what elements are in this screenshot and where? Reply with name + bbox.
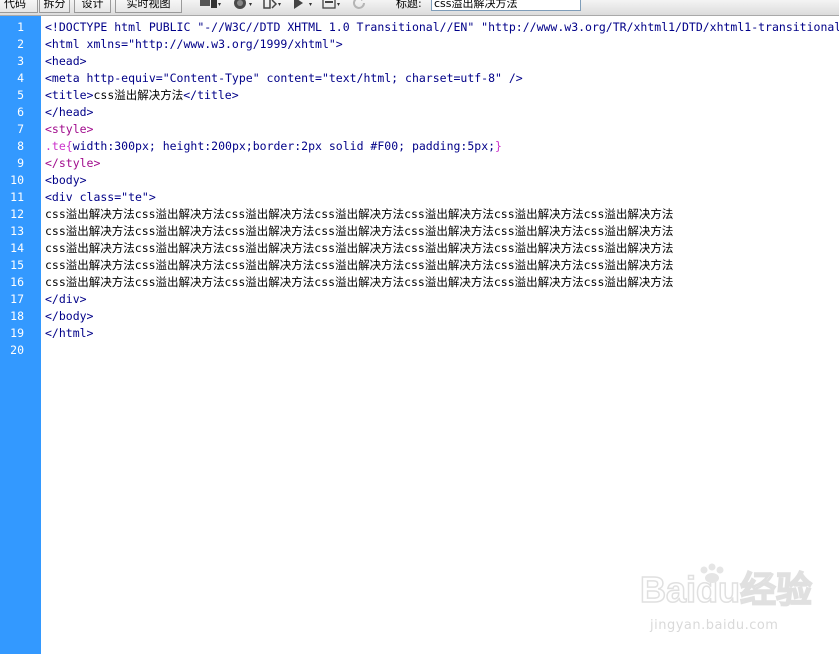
head-open-tag: <head> [45,54,87,68]
title-text: css溢出解决方法 [93,88,184,102]
html-open-tag: <html xmlns="http://www.w3.org/1999/xhtm… [45,37,343,51]
css-selector: .te{ [45,139,73,153]
line-number: 4 [17,71,24,85]
code-line-style-close: </style> [45,155,100,172]
line-number: 9 [17,156,24,170]
code-line-html-close: </html> [45,325,93,342]
div-open-tag: <div class="te"> [45,190,156,204]
line-number: 15 [10,258,24,272]
content-text: css溢出解决方法css溢出解决方法css溢出解决方法css溢出解决方法css溢… [45,258,674,272]
file-management-icon[interactable] [262,0,284,11]
code-line-body-open: <body> [45,172,87,189]
line-number: 18 [10,309,24,323]
visual-aids-icon[interactable] [322,0,344,11]
design-view-button[interactable]: 设计 [74,0,111,13]
style-open-tag: <style> [45,122,94,136]
code-line-meta: <meta http-equiv="Content-Type" content=… [45,70,523,87]
code-line-body-close: </body> [45,308,93,325]
line-number: 17 [10,292,24,306]
doctype-text: <!DOCTYPE html PUBLIC "-//W3C//DTD XHTML… [45,20,839,34]
code-line-head-close: </head> [45,104,93,121]
line-number: 6 [17,105,24,119]
line-number: 8 [17,139,24,153]
split-view-button[interactable]: 拆分 [39,0,70,13]
css-declarations: width:300px; height:200px;border:2px sol… [72,139,496,153]
code-line-content: css溢出解决方法css溢出解决方法css溢出解决方法css溢出解决方法css溢… [45,223,673,240]
head-close-tag: </head> [45,105,94,119]
line-number: 20 [10,343,24,357]
line-number: 13 [10,224,24,238]
multiscreen-icon[interactable] [199,0,223,11]
line-number: 1 [17,20,24,34]
line-number: 11 [10,190,24,204]
line-number: 12 [10,207,24,221]
live-view-button[interactable]: 实时视图 [115,0,182,13]
line-number: 2 [17,37,24,51]
code-line-doctype: <!DOCTYPE html PUBLIC "-//W3C//DTD XHTML… [45,19,839,36]
code-editor[interactable]: <!DOCTYPE html PUBLIC "-//W3C//DTD XHTML… [45,16,839,654]
meta-tag: <meta http-equiv="Content-Type" content=… [45,71,523,85]
html-close-tag: </html> [45,326,94,340]
watermark-url: jingyan.baidu.com [650,618,779,633]
code-line-html-open: <html xmlns="http://www.w3.org/1999/xhtm… [45,36,343,53]
code-line-title: <title>css溢出解决方法</title> [45,87,239,104]
code-line-div-open: <div class="te"> [45,189,156,206]
line-number: 19 [10,326,24,340]
style-close-tag: </style> [45,156,101,170]
document-title-input[interactable] [431,0,581,11]
line-number: 14 [10,241,24,255]
debug-icon[interactable] [292,0,316,11]
title-open-tag: <title> [45,88,94,102]
code-line-css-rule: .te{width:300px; height:200px;border:2px… [45,138,502,155]
line-number: 3 [17,54,24,68]
code-line-head-open: <head> [45,53,87,70]
code-line-div-close: </div> [45,291,87,308]
title-label: 标题: [396,0,422,10]
line-number-gutter: 1 2 3 4 5 6 7 8 9 10 11 12 13 14 15 16 1… [0,16,41,654]
code-line-content: css溢出解决方法css溢出解决方法css溢出解决方法css溢出解决方法css溢… [45,257,673,274]
content-text: css溢出解决方法css溢出解决方法css溢出解决方法css溢出解决方法css溢… [45,224,674,238]
line-number: 5 [17,88,24,102]
body-open-tag: <body> [45,173,87,187]
document-toolbar: 代码 拆分 设计 实时视图 标题: [0,0,839,16]
code-line-content: css溢出解决方法css溢出解决方法css溢出解决方法css溢出解决方法css溢… [45,274,673,291]
content-text: css溢出解决方法css溢出解决方法css溢出解决方法css溢出解决方法css溢… [45,275,674,289]
line-number: 10 [10,173,24,187]
content-text: css溢出解决方法css溢出解决方法css溢出解决方法css溢出解决方法css溢… [45,241,674,255]
code-view-button[interactable]: 代码 [0,0,38,13]
baidu-logo-icon: Baidu经验 [640,563,813,611]
code-line-content: css溢出解决方法css溢出解决方法css溢出解决方法css溢出解决方法css溢… [45,206,673,223]
css-close-brace: } [495,139,502,153]
line-number: 7 [17,122,24,136]
baidu-jingyan-watermark: Baidu经验 jingyan.baidu.com [640,562,830,642]
line-number: 16 [10,275,24,289]
code-line-style-open: <style> [45,121,93,138]
body-close-tag: </body> [45,309,94,323]
browser-preview-icon[interactable] [233,0,255,11]
title-close-tag: </title> [183,88,239,102]
content-text: css溢出解决方法css溢出解决方法css溢出解决方法css溢出解决方法css溢… [45,207,674,221]
baidu-logo-text: Baidu经验 [640,569,812,610]
code-line-content: css溢出解决方法css溢出解决方法css溢出解决方法css溢出解决方法css溢… [45,240,673,257]
div-close-tag: </div> [45,292,87,306]
refresh-icon[interactable] [352,0,368,11]
